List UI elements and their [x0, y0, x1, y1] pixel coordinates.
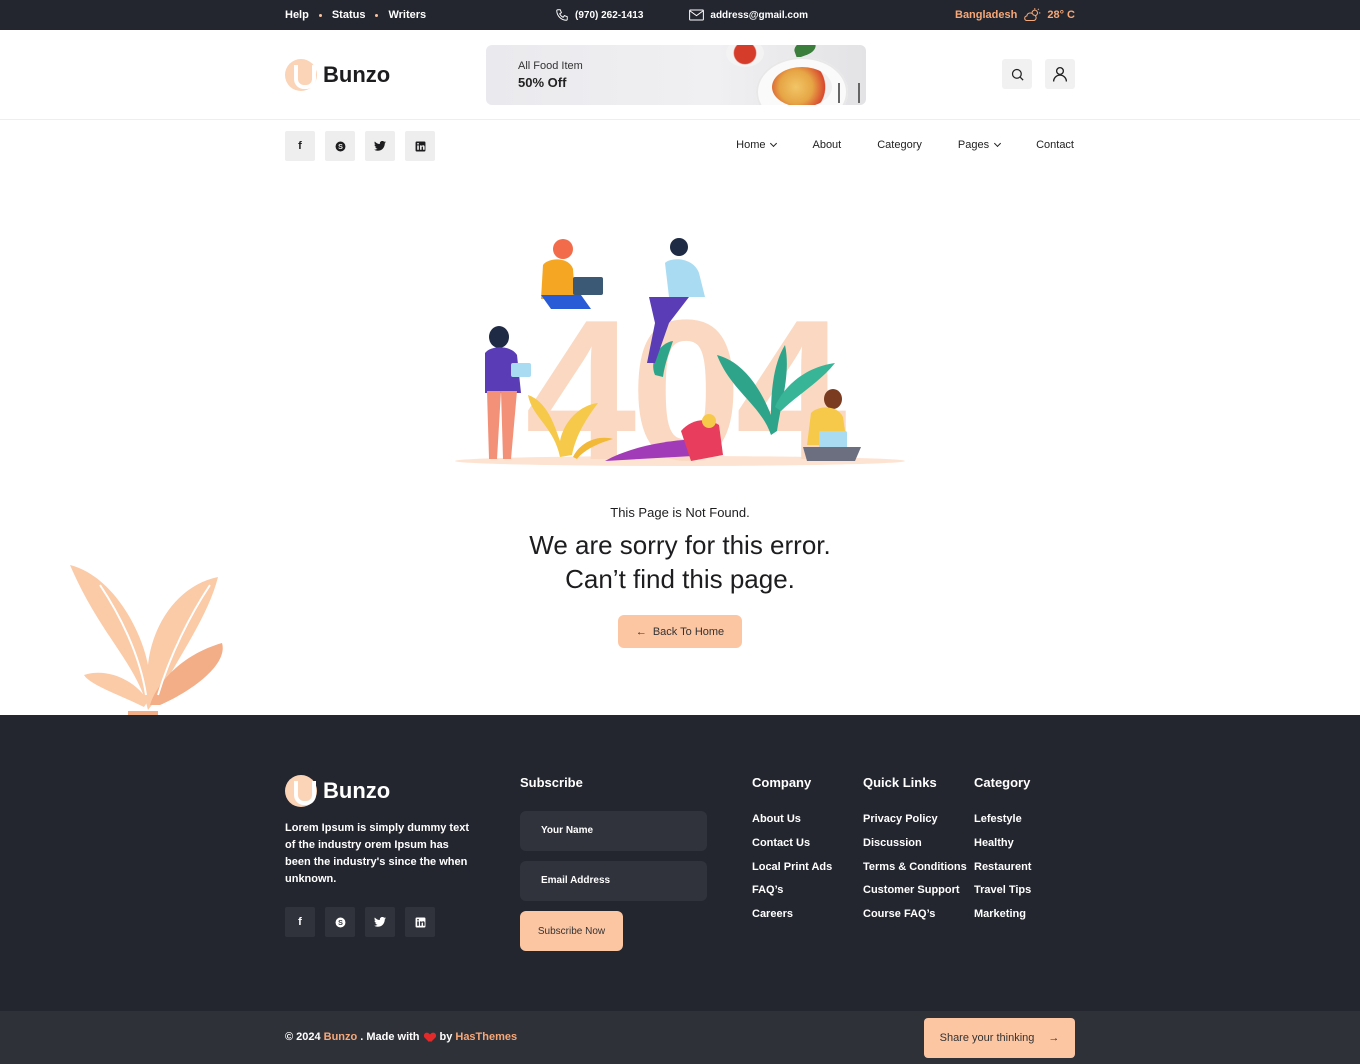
logo-icon	[285, 775, 317, 807]
footer-link[interactable]: Privacy Policy	[863, 813, 967, 837]
quick-links-heading: Quick Links	[863, 775, 937, 790]
footer-link[interactable]: Careers	[752, 908, 832, 932]
subscribe-heading: Subscribe	[520, 775, 583, 790]
arrow-right-icon: →	[1048, 1032, 1060, 1044]
logo-icon	[285, 59, 317, 91]
email-address[interactable]: address@gmail.com	[710, 10, 808, 21]
share-your-thinking-button[interactable]: Share your thinking →	[924, 1018, 1075, 1058]
contact-info: (970) 262-1413 address@gmail.com	[555, 8, 808, 22]
promo-banner[interactable]: All Food Item 50% Off	[486, 45, 866, 105]
twitter-icon[interactable]	[365, 907, 395, 937]
svg-text:S: S	[338, 918, 343, 926]
svg-text:S: S	[338, 142, 343, 150]
location-label: Bangladesh	[955, 9, 1018, 21]
top-link-status[interactable]: Status	[332, 9, 366, 21]
footer-link[interactable]: FAQ’s	[752, 884, 832, 908]
footer-link[interactable]: About Us	[752, 813, 832, 837]
footer-link[interactable]: Discussion	[863, 837, 967, 861]
skype-icon[interactable]: S	[325, 131, 355, 161]
phone-icon	[556, 9, 568, 21]
logo-text: Bunzo	[323, 62, 391, 87]
decorative-plant	[70, 565, 223, 715]
separator-dot	[318, 13, 322, 17]
site-logo[interactable]: Bunzo	[285, 59, 390, 91]
404-illustration: 404	[455, 238, 905, 470]
account-button[interactable]	[1045, 59, 1075, 89]
user-icon	[1052, 66, 1068, 82]
name-field[interactable]	[520, 811, 707, 851]
search-icon	[1011, 68, 1024, 81]
footer-link[interactable]: Course FAQ’s	[863, 908, 967, 932]
by-text: by	[439, 1031, 453, 1043]
linkedin-icon[interactable]	[405, 131, 435, 161]
banner-line-1: All Food Item	[518, 60, 583, 72]
footer-link[interactable]: Marketing	[974, 908, 1031, 932]
nav-item-about[interactable]: About	[812, 139, 841, 151]
author-link[interactable]: HasThemes	[455, 1031, 517, 1043]
top-bar: Help Status Writers (970) 262-1413 addre…	[0, 0, 1360, 30]
company-heading: Company	[752, 775, 812, 790]
category-heading: Category	[974, 775, 1031, 790]
bottom-bar: © 2024 Bunzo . Made with by HasThemes Sh…	[0, 1011, 1360, 1064]
company-links: About Us Contact Us Local Print Ads FAQ’…	[752, 813, 832, 932]
header: Bunzo All Food Item 50% Off	[0, 30, 1360, 120]
nav-item-home[interactable]: Home	[736, 139, 778, 151]
fork-image	[838, 83, 860, 103]
main-nav: Home About Category Pages Contact	[736, 139, 1074, 151]
header-social-links: f S	[285, 131, 435, 161]
quick-links: Privacy Policy Discussion Terms & Condit…	[863, 813, 967, 932]
weather-info: Bangladesh 28° C	[955, 8, 1075, 22]
temperature: 28° C	[1047, 9, 1075, 21]
heart-icon	[425, 1033, 435, 1042]
search-button[interactable]	[1002, 59, 1032, 89]
cloud-sun-icon	[1024, 8, 1041, 22]
subscribe-now-button[interactable]: Subscribe Now	[520, 911, 623, 951]
footer-link[interactable]: Contact Us	[752, 837, 832, 861]
top-link-writers[interactable]: Writers	[388, 9, 426, 21]
twitter-icon[interactable]	[365, 131, 395, 161]
skype-icon[interactable]: S	[325, 907, 355, 937]
footer-description: Lorem Ipsum is simply dummy text of the …	[285, 822, 469, 885]
footer-link[interactable]: Local Print Ads	[752, 861, 832, 885]
footer-logo[interactable]: Bunzo	[285, 775, 390, 807]
chevron-down-icon	[770, 139, 778, 148]
food-bowl-image	[726, 45, 764, 67]
error-subtitle: This Page is Not Found.	[610, 505, 750, 520]
phone-number[interactable]: (970) 262-1413	[575, 10, 643, 21]
email-field[interactable]	[520, 861, 707, 901]
facebook-icon[interactable]: f	[285, 131, 315, 161]
chevron-down-icon	[994, 139, 1002, 148]
made-with-text: . Made with	[360, 1031, 420, 1043]
top-links: Help Status Writers	[285, 9, 426, 21]
category-links: Lefestyle Healthy Restaurent Travel Tips…	[974, 813, 1031, 932]
footer-social-links: f S	[285, 907, 435, 937]
linkedin-icon[interactable]	[405, 907, 435, 937]
footer-link[interactable]: Lefestyle	[974, 813, 1031, 837]
footer-logo-text: Bunzo	[323, 778, 391, 803]
nav-item-category[interactable]: Category	[877, 139, 922, 151]
back-to-home-button[interactable]: ← Back To Home	[618, 615, 742, 648]
copyright-brand-link[interactable]: Bunzo	[324, 1031, 358, 1043]
separator-dot	[375, 13, 379, 17]
top-link-help[interactable]: Help	[285, 9, 309, 21]
footer-link[interactable]: Customer Support	[863, 884, 967, 908]
footer-link[interactable]: Healthy	[974, 837, 1031, 861]
arrow-left-icon: ←	[635, 625, 647, 638]
pasta-image	[772, 67, 832, 105]
footer-link[interactable]: Restaurent	[974, 861, 1031, 885]
nav-item-pages[interactable]: Pages	[958, 139, 1002, 151]
facebook-icon[interactable]: f	[285, 907, 315, 937]
mail-icon	[689, 9, 705, 21]
copyright-year: © 2024	[285, 1031, 321, 1043]
footer-link[interactable]: Terms & Conditions	[863, 861, 967, 885]
nav-item-contact[interactable]: Contact	[1036, 139, 1074, 151]
copyright: © 2024 Bunzo . Made with by HasThemes	[285, 1031, 517, 1043]
banner-line-2: 50% Off	[518, 75, 567, 90]
footer-link[interactable]: Travel Tips	[974, 884, 1031, 908]
footer: Bunzo Lorem Ipsum is simply dummy text o…	[0, 715, 1360, 1011]
